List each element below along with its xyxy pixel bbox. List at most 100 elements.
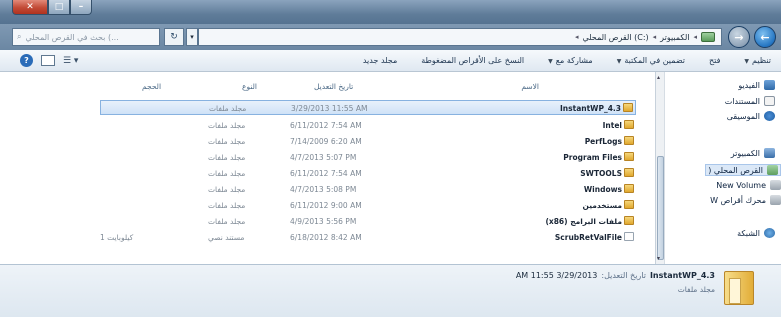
nav-item-label: الكمبيوتر	[730, 148, 760, 158]
nav-item-local-disk[interactable]: القرص المحلي (	[705, 164, 781, 176]
scroll-down-icon[interactable]: ▾	[657, 255, 660, 262]
refresh-button[interactable]: ↻	[164, 28, 184, 46]
folder-icon	[624, 120, 634, 129]
file-date: 6/11/2012 7:54 AM	[290, 121, 362, 130]
file-type: مجلد ملفات	[208, 137, 246, 146]
details-pane: InstantWP_4.3 تاريخ التعديل: 3/29/2013 1…	[0, 264, 781, 317]
table-row[interactable]: Windows 4/7/2013 5:08 PM مجلد ملفات	[100, 182, 636, 197]
search-icon: ⌕	[17, 32, 22, 41]
file-name: (x86) ملفات البرامج	[545, 217, 622, 226]
table-row[interactable]: ScrubRetValFile 6/18/2012 8:42 AM مستند …	[100, 230, 636, 245]
file-date: 4/9/2013 5:56 PM	[290, 217, 357, 226]
file-name: Windows	[583, 185, 622, 194]
toolbar-item-label: النسخ على الأقراص المضغوطة	[421, 56, 525, 65]
chevron-down-icon: ▼	[548, 58, 553, 65]
column-header-type[interactable]: النوع	[242, 82, 257, 91]
toolbar-item-label: فتح	[709, 56, 721, 65]
new-folder-button[interactable]: مجلد جديد	[363, 56, 397, 65]
command-toolbar: ? ☰ ▾ ▼ تنظيم فتح ▼ تضمين في المكتبة ▼ مشار…	[0, 50, 781, 72]
help-button[interactable]: ?	[20, 54, 33, 67]
address-history-dropdown[interactable]: ▾	[186, 28, 198, 46]
preview-pane-button[interactable]	[41, 55, 55, 66]
nav-item-videos[interactable]: الفيديو	[738, 80, 775, 90]
nav-item-computer[interactable]: الكمبيوتر	[731, 148, 775, 158]
documents-icon	[764, 96, 775, 106]
table-row[interactable]: SWTOOLS 6/11/2012 7:54 AM مجلد ملفات	[100, 166, 636, 181]
file-date: 4/7/2013 5:07 PM	[290, 153, 357, 162]
drive-icon	[770, 180, 781, 190]
burn-button[interactable]: النسخ على الأقراص المضغوطة	[421, 56, 524, 65]
column-header-date[interactable]: تاريخ التعديل	[314, 82, 353, 91]
share-with-button[interactable]: ▼ مشاركة مع	[548, 56, 593, 65]
details-name: InstantWP_4.3	[649, 271, 715, 280]
back-button[interactable]: ←	[754, 26, 776, 48]
folder-icon	[624, 152, 634, 161]
scrollbar-thumb[interactable]	[657, 156, 664, 260]
address-bar[interactable]: ◂ القرص المحلي (C:) ◂ الكمبيوتر ◂	[198, 28, 722, 46]
column-header-name[interactable]: الاسم	[521, 82, 539, 91]
toolbar-item-label: تضمين في المكتبة	[624, 56, 686, 65]
file-date: 3/29/2013 11:55 AM	[291, 104, 368, 113]
close-icon: ✕	[26, 2, 34, 12]
nav-item-network[interactable]: الشبكة	[737, 228, 775, 238]
toolbar-items: ▼ تنظيم فتح ▼ تضمين في المكتبة ▼ مشاركة مع …	[120, 56, 781, 65]
nav-item-dvd-drive[interactable]: محرك أقراص W	[710, 195, 781, 205]
minimize-button[interactable]: –	[70, 0, 92, 15]
title-bar: ✕ □ –	[0, 0, 781, 24]
column-header-size[interactable]: الحجم	[142, 82, 161, 91]
nav-item-label: New Volume	[716, 180, 766, 190]
close-button[interactable]: ✕	[12, 0, 48, 15]
chevron-down-icon: ▼	[744, 58, 750, 65]
table-row[interactable]: InstantWP_4.3 3/29/2013 11:55 AM مجلد مل…	[100, 100, 636, 115]
table-row[interactable]: PerfLogs 7/14/2009 6:20 AM مجلد ملفات	[100, 134, 636, 149]
table-row[interactable]: Program Files 4/7/2013 5:07 PM مجلد ملفا…	[100, 150, 636, 165]
file-type: مجلد ملفات	[208, 153, 246, 162]
file-name: InstantWP_4.3	[560, 104, 621, 113]
file-name: مستخدمين	[582, 201, 622, 210]
open-button[interactable]: فتح	[709, 56, 720, 65]
nav-item-label: القرص المحلي (	[708, 165, 763, 175]
scroll-up-icon[interactable]: ▴	[657, 74, 660, 81]
maximize-icon: □	[54, 2, 64, 12]
include-in-library-button[interactable]: ▼ تضمين في المكتبة	[617, 56, 685, 65]
crumb-separator: ◂	[574, 33, 579, 41]
search-input[interactable]: ⌕ بحث في القرص المحلي (...	[12, 28, 160, 46]
refresh-icon: ↻	[170, 32, 178, 42]
maximize-button[interactable]: □	[48, 0, 70, 15]
folder-icon	[624, 216, 634, 225]
video-icon	[764, 80, 775, 90]
file-type: مجلد ملفات	[208, 169, 246, 178]
breadcrumb-local-disk[interactable]: القرص المحلي (C:)	[582, 33, 648, 42]
file-date: 7/14/2009 6:20 AM	[290, 137, 362, 146]
file-date: 6/18/2012 8:42 AM	[290, 233, 362, 242]
file-type: مجلد ملفات	[208, 201, 246, 210]
nav-item-music[interactable]: الموسيقى	[727, 111, 775, 121]
table-row[interactable]: (x86) ملفات البرامج 4/9/2013 5:56 PM مجل…	[100, 214, 636, 229]
nav-item-new-volume[interactable]: New Volume	[716, 180, 781, 190]
nav-item-documents[interactable]: المستندات	[725, 96, 775, 106]
large-folder-icon	[724, 271, 754, 305]
navigation-scrollbar[interactable]: ▴ ▾	[656, 72, 665, 264]
breadcrumb-computer[interactable]: الكمبيوتر	[660, 33, 689, 42]
file-name: ScrubRetValFile	[554, 233, 622, 242]
nav-item-label: المستندات	[724, 96, 760, 106]
details-modified-value: 3/29/2013 11:55 AM	[515, 271, 598, 280]
music-icon	[764, 111, 775, 121]
window-controls: ✕ □ –	[12, 0, 92, 15]
navigation-pane: ▴ ▾ الفيديو المستندات الموسيقى الكمبيوتر…	[655, 72, 781, 264]
file-date: 4/7/2013 5:08 PM	[290, 185, 357, 194]
toolbar-item-label: تنظيم	[752, 56, 771, 65]
forward-button[interactable]: →	[728, 26, 750, 48]
change-view-button[interactable]: ☰ ▾	[63, 56, 78, 66]
organize-button[interactable]: ▼ تنظيم	[744, 56, 771, 65]
details-modified-label: تاريخ التعديل:	[601, 271, 646, 280]
help-icon: ?	[24, 56, 29, 65]
file-name: Program Files	[563, 153, 622, 162]
table-row[interactable]: مستخدمين 6/11/2012 9:00 AM مجلد ملفات	[100, 198, 636, 213]
file-name: SWTOOLS	[580, 169, 622, 178]
nav-item-label: الفيديو	[738, 80, 760, 90]
folder-icon	[624, 168, 634, 177]
toolbar-item-label: مجلد جديد	[362, 56, 398, 65]
table-row[interactable]: Intel 6/11/2012 7:54 AM مجلد ملفات	[100, 118, 636, 133]
folder-icon	[623, 103, 633, 112]
